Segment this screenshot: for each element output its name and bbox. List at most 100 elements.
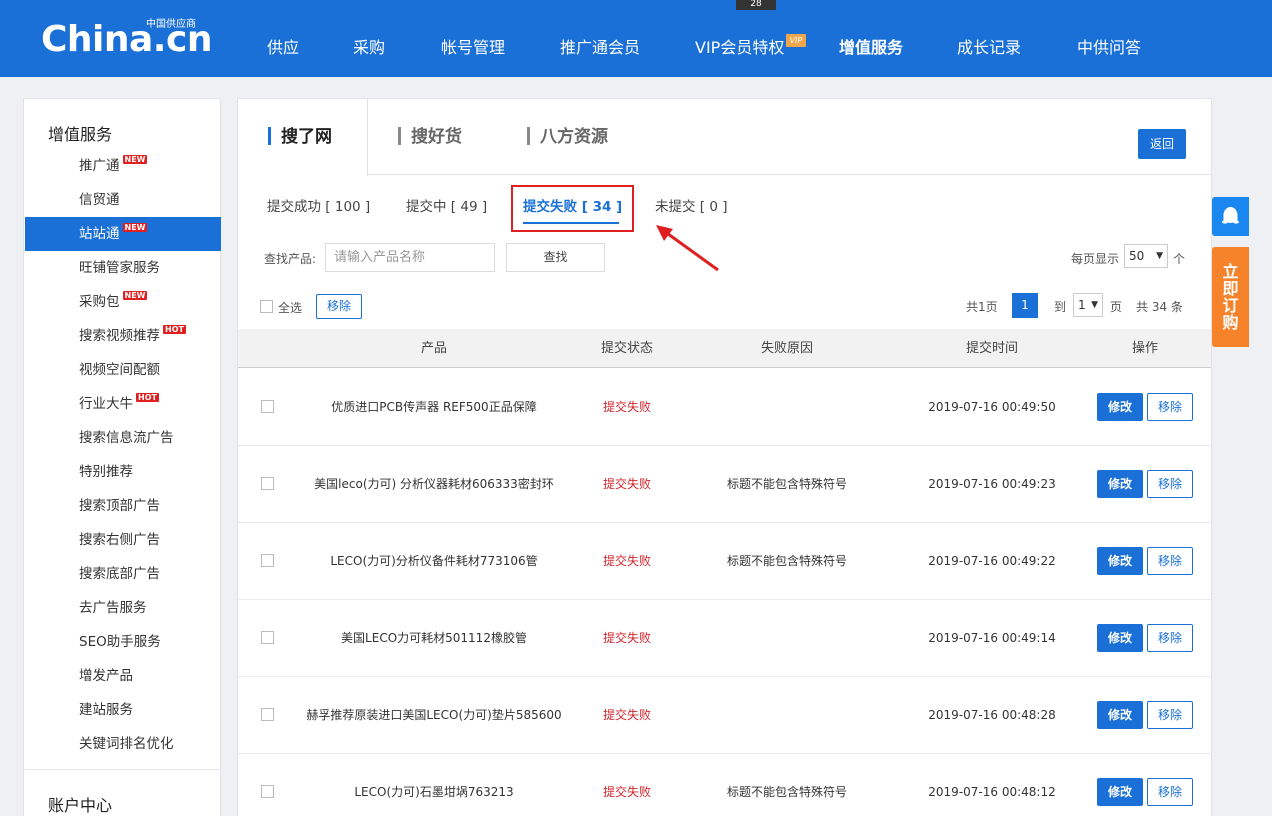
tab-souliaowang[interactable]: 搜了网 <box>268 99 332 175</box>
page-size-value: 50 <box>1129 249 1145 263</box>
nav-account[interactable]: 帐号管理 <box>441 0 505 77</box>
total-items: 共 34 条 <box>1136 300 1183 314</box>
search-button[interactable]: 查找 <box>506 243 605 272</box>
remove-button[interactable]: 移除 <box>1147 624 1193 652</box>
sidebar-item-seo-helper[interactable]: SEO助手服务 <box>25 625 221 659</box>
edit-button[interactable]: 修改 <box>1097 701 1143 729</box>
main-panel: 搜了网 搜好货 八方资源 返回 提交成功 [ 100 ] 提交中 [ 49 ] … <box>237 98 1212 816</box>
row-checkbox[interactable] <box>261 554 274 567</box>
hot-tag: HOT <box>163 325 186 334</box>
sidebar-item-shop-steward[interactable]: 旺铺管家服务 <box>25 251 221 285</box>
nav-faq[interactable]: 中供问答 <box>1077 0 1141 77</box>
fail-reason: 标题不能包含特殊符号 <box>726 785 848 799</box>
sidebar-item-keyword-ranking[interactable]: 关键词排名优化 <box>25 727 221 761</box>
order-now-button[interactable]: 立 即 订 购 <box>1212 247 1249 347</box>
back-button[interactable]: 返回 <box>1138 129 1186 159</box>
sidebar-item-label: SEO助手服务 <box>79 634 161 650</box>
bulk-remove-button[interactable]: 移除 <box>316 294 362 319</box>
remove-button[interactable]: 移除 <box>1147 470 1193 498</box>
account-center-title[interactable]: 账户中心 <box>48 792 112 816</box>
submit-status: 提交失败 <box>602 400 652 414</box>
sidebar-item-tuiguangtong[interactable]: 推广通 NEW <box>25 149 221 183</box>
logo-subtitle: 中国供应商 <box>146 19 196 30</box>
product-name: LECO(力可)石墨坩埚763213 <box>354 785 514 799</box>
select-all-label: 全选 <box>278 301 303 315</box>
tab-souhaohuo[interactable]: 搜好货 <box>398 99 462 175</box>
row-checkbox[interactable] <box>261 708 274 721</box>
sidebar-divider <box>25 769 221 770</box>
total-pages: 共1页 <box>966 300 998 314</box>
nav-purchase[interactable]: 采购 <box>353 0 385 77</box>
remove-button[interactable]: 移除 <box>1147 778 1193 806</box>
sidebar-item-video-quota[interactable]: 视频空间配额 <box>25 353 221 387</box>
page-size-select[interactable]: 50 ▼ <box>1124 244 1168 268</box>
sidebar-item-label: 行业大牛 <box>79 396 133 412</box>
submit-time: 2019-07-16 00:49:22 <box>928 554 1056 568</box>
goto-page-select[interactable]: 1 ▼ <box>1073 293 1103 317</box>
sidebar-item-right-ads[interactable]: 搜索右侧广告 <box>25 523 221 557</box>
sidebar-item-publish-products[interactable]: 增发产品 <box>25 659 221 693</box>
sidebar-item-feed-ads[interactable]: 搜索信息流广告 <box>25 421 221 455</box>
edit-button[interactable]: 修改 <box>1097 393 1143 421</box>
sidebar: 增值服务 推广通 NEW 信贸通 站站通 NEW 旺铺管家服务 采购包 NEW 搜索视… <box>23 98 221 816</box>
sidebar-item-label: 搜索顶部广告 <box>79 498 160 514</box>
top-nav-bar: China.cn 中国供应商 28 供应 采购 帐号管理 推广通会员 VIP会员… <box>0 0 1272 77</box>
sidebar-item-search-video[interactable]: 搜索视频推荐 HOT <box>25 319 221 353</box>
select-all-checkbox[interactable] <box>260 300 273 313</box>
submit-status: 提交失败 <box>602 708 652 722</box>
sidebar-item-top-ads[interactable]: 搜索顶部广告 <box>25 489 221 523</box>
submit-status: 提交失败 <box>602 477 652 491</box>
order-now-char: 立 <box>1222 262 1239 281</box>
column-header-status: 提交状态 <box>600 341 654 356</box>
remove-button[interactable]: 移除 <box>1147 393 1193 421</box>
subtab-success[interactable]: 提交成功 [ 100 ] <box>267 195 370 215</box>
nav-value-added[interactable]: 增值服务 <box>839 0 903 77</box>
dropdown-arrow-icon: ▼ <box>1156 251 1163 261</box>
vip-badge: VIP <box>786 34 806 47</box>
qq-penguin-icon <box>1222 207 1239 224</box>
table-row: 美国LECO力可耗材501112橡胶管 提交失败 2019-07-16 00:4… <box>238 600 1211 677</box>
sidebar-item-special-recommend[interactable]: 特别推荐 <box>25 455 221 489</box>
edit-button[interactable]: 修改 <box>1097 470 1143 498</box>
edit-button[interactable]: 修改 <box>1097 624 1143 652</box>
goto-label: 到 <box>1054 300 1067 314</box>
sidebar-item-remove-ads[interactable]: 去广告服务 <box>25 591 221 625</box>
fail-reason: 标题不能包含特殊符号 <box>726 477 848 491</box>
sidebar-item-label: 去广告服务 <box>79 600 147 616</box>
sidebar-item-zhanzhantong[interactable]: 站站通 NEW <box>25 217 221 251</box>
subtab-submitting[interactable]: 提交中 [ 49 ] <box>406 195 487 215</box>
column-header-time: 提交时间 <box>965 341 1019 356</box>
remove-button[interactable]: 移除 <box>1147 701 1193 729</box>
search-input[interactable]: 请输入产品名称 <box>325 243 495 272</box>
tab-bafangziyuan[interactable]: 八方资源 <box>527 99 608 175</box>
nav-promotion-member[interactable]: 推广通会员 <box>560 0 640 77</box>
sidebar-item-label: 搜索视频推荐 <box>79 328 160 344</box>
sidebar-item-industry-leader[interactable]: 行业大牛 HOT <box>25 387 221 421</box>
page-button-1[interactable]: 1 <box>1012 293 1038 318</box>
nav-supply[interactable]: 供应 <box>267 0 299 77</box>
sidebar-item-label: 旺铺管家服务 <box>79 260 160 276</box>
edit-button[interactable]: 修改 <box>1097 778 1143 806</box>
row-checkbox[interactable] <box>261 785 274 798</box>
nav-growth-record[interactable]: 成长记录 <box>957 0 1021 77</box>
row-checkbox[interactable] <box>261 477 274 490</box>
qq-chat-button[interactable] <box>1212 197 1249 236</box>
annotation-arrow-icon <box>656 225 719 272</box>
row-checkbox[interactable] <box>261 400 274 413</box>
sidebar-item-site-building[interactable]: 建站服务 <box>25 693 221 727</box>
submit-time: 2019-07-16 00:48:28 <box>928 708 1056 722</box>
sidebar-item-xinmaotong[interactable]: 信贸通 <box>25 183 221 217</box>
sidebar-item-purchase-pack[interactable]: 采购包 NEW <box>25 285 221 319</box>
sidebar-item-label: 特别推荐 <box>79 464 133 480</box>
remove-button[interactable]: 移除 <box>1147 547 1193 575</box>
search-label: 查找产品: <box>264 252 317 266</box>
subtab-not-submitted[interactable]: 未提交 [ 0 ] <box>655 195 728 215</box>
row-checkbox[interactable] <box>261 631 274 644</box>
column-header-actions: 操作 <box>1131 341 1159 356</box>
product-name: 美国leco(力可) 分析仪器耗材606333密封环 <box>314 477 554 491</box>
sidebar-item-label: 采购包 <box>79 294 120 310</box>
nav-vip-privileges[interactable]: VIP会员特权 <box>695 0 784 77</box>
edit-button[interactable]: 修改 <box>1097 547 1143 575</box>
sidebar-item-bottom-ads[interactable]: 搜索底部广告 <box>25 557 221 591</box>
sidebar-item-label: 搜索信息流广告 <box>79 430 174 446</box>
